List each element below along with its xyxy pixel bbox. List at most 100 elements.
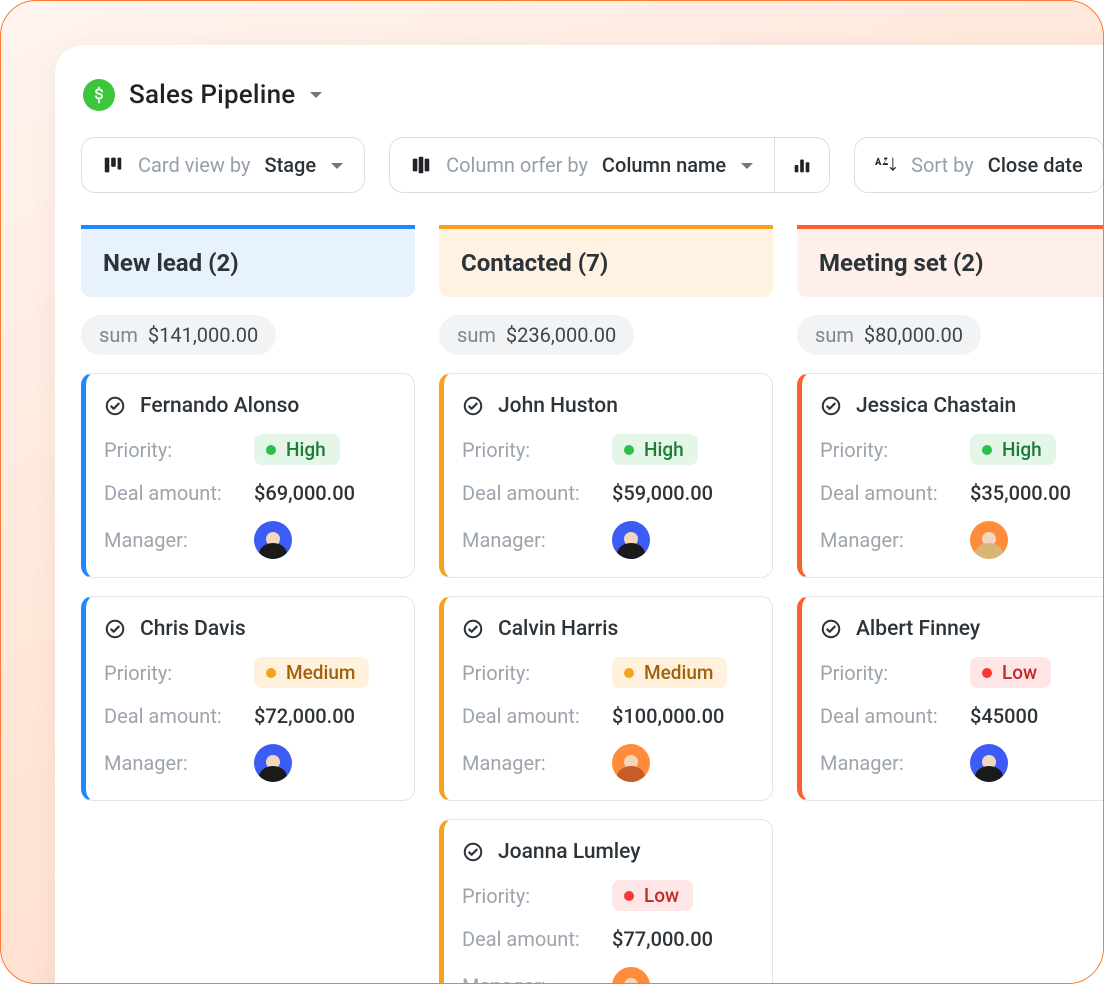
field-priority: Priority: Low: [820, 657, 1104, 688]
priority-dot-icon: [624, 891, 634, 901]
field-deal-amount: Deal amount:$77,000.00: [462, 927, 750, 951]
priority-value: Low: [1002, 661, 1037, 684]
priority-pill: Low: [970, 657, 1051, 688]
field-manager: Manager:: [462, 521, 750, 559]
column-header[interactable]: Contacted (7): [439, 225, 773, 297]
deal-card[interactable]: Chris DavisPriority:MediumDeal amount:$7…: [81, 596, 415, 801]
deal-amount-value: $77,000.00: [612, 927, 713, 951]
deal-card[interactable]: Joanna LumleyPriority:LowDeal amount:$77…: [439, 819, 773, 984]
field-deal-amount: Deal amount:$100,000.00: [462, 704, 750, 728]
sort-selector[interactable]: Sort by Close date: [854, 137, 1104, 193]
manager-label: Manager:: [462, 974, 612, 984]
deal-amount-label: Deal amount:: [462, 927, 612, 951]
deal-card[interactable]: Albert FinneyPriority:LowDeal amount:$45…: [797, 596, 1104, 801]
sum-label: sum: [99, 323, 138, 347]
check-circle-icon: [462, 841, 484, 863]
field-priority: Priority:Medium: [462, 657, 750, 688]
manager-avatar[interactable]: [970, 744, 1008, 782]
field-deal-amount: Deal amount:$72,000.00: [104, 704, 392, 728]
column-meeting: Meeting set (2) sum $80,000.00 Jessica Chas…: [797, 225, 1104, 984]
card-name: Fernando Alonso: [140, 394, 299, 418]
column-order-selector[interactable]: Column orfer by Column name: [389, 137, 774, 193]
column-header[interactable]: Meeting set (2): [797, 225, 1104, 297]
manager-avatar[interactable]: [254, 521, 292, 559]
deal-amount-value: $100,000.00: [612, 704, 724, 728]
deal-card[interactable]: Fernando Alonso Priority:High Deal amount:…: [81, 373, 415, 578]
board-icon: [102, 154, 124, 176]
field-manager: Manager:: [462, 744, 750, 782]
priority-pill: Medium: [612, 657, 727, 688]
chevron-down-icon: [330, 153, 344, 177]
manager-avatar[interactable]: [612, 521, 650, 559]
priority-value: High: [1002, 438, 1042, 461]
bar-chart-icon: [791, 154, 813, 176]
card-title: Jessica Chastain: [820, 394, 1104, 418]
priority-value: Low: [644, 884, 679, 907]
field-manager: Manager:: [104, 744, 392, 782]
column-stats-button[interactable]: [774, 137, 830, 193]
card-title: Fernando Alonso: [104, 394, 392, 418]
deal-amount-label: Deal amount:: [104, 704, 254, 728]
deal-card[interactable]: John Huston Priority:High Deal amount:$59,…: [439, 373, 773, 578]
field-deal-amount: Deal amount:$35,000.00: [820, 481, 1104, 505]
priority-pill: High: [254, 434, 340, 465]
field-priority: Priority:High: [462, 434, 750, 465]
deal-card[interactable]: Calvin Harris Priority:Medium Deal amount:…: [439, 596, 773, 801]
sum-label: sum: [457, 323, 496, 347]
dollar-icon: [83, 79, 115, 111]
title-dropdown-icon[interactable]: [309, 86, 323, 105]
column-new: New lead (2) sum $141,000.00 Fernando Alons…: [81, 225, 415, 984]
column-sum: sum $236,000.00: [439, 315, 634, 355]
kanban-board: New lead (2) sum $141,000.00 Fernando Alons…: [81, 225, 1104, 984]
manager-avatar[interactable]: [612, 967, 650, 984]
check-circle-icon: [104, 618, 126, 640]
manager-label: Manager:: [820, 528, 970, 552]
page-title: Sales Pipeline: [129, 80, 295, 110]
manager-avatar[interactable]: [612, 744, 650, 782]
deal-amount-value: $69,000.00: [254, 481, 355, 505]
priority-value: High: [286, 438, 326, 461]
column-header[interactable]: New lead (2): [81, 225, 415, 297]
deal-amount-label: Deal amount:: [462, 481, 612, 505]
check-circle-icon: [104, 395, 126, 417]
card-name: John Huston: [498, 394, 618, 418]
manager-label: Manager:: [462, 528, 612, 552]
sum-value: $236,000.00: [506, 323, 616, 347]
app-frame: Sales Pipeline Card view by Stage: [0, 0, 1104, 984]
priority-label: Priority:: [820, 661, 970, 685]
priority-label: Priority:: [462, 884, 612, 908]
check-circle-icon: [820, 618, 842, 640]
field-priority: Priority:High: [104, 434, 392, 465]
sort-value: Close date: [988, 153, 1083, 177]
priority-pill: High: [970, 434, 1056, 465]
column-order-group: Column orfer by Column name: [389, 137, 830, 193]
manager-label: Manager:: [820, 751, 970, 775]
chevron-down-icon: [740, 153, 754, 177]
deal-amount-label: Deal amount:: [462, 704, 612, 728]
title-bar[interactable]: Sales Pipeline: [81, 79, 1104, 111]
sum-value: $141,000.00: [148, 323, 258, 347]
card-title: Chris Davis: [104, 617, 392, 641]
card-name: Calvin Harris: [498, 617, 618, 641]
priority-dot-icon: [266, 668, 276, 678]
column-sum: sum $141,000.00: [81, 315, 276, 355]
deal-amount-value: $45000: [970, 704, 1038, 728]
deal-card[interactable]: Jessica Chastain Priority: High Deal amount…: [797, 373, 1104, 578]
sum-label: sum: [815, 323, 854, 347]
card-title: Albert Finney: [820, 617, 1104, 641]
check-circle-icon: [462, 395, 484, 417]
manager-label: Manager:: [462, 751, 612, 775]
deal-amount-label: Deal amount:: [104, 481, 254, 505]
check-circle-icon: [462, 618, 484, 640]
field-manager: Manager:: [104, 521, 392, 559]
priority-dot-icon: [982, 445, 992, 455]
manager-avatar[interactable]: [970, 521, 1008, 559]
deal-amount-value: $59,000.00: [612, 481, 713, 505]
priority-label: Priority:: [820, 438, 970, 462]
card-name: Albert Finney: [856, 617, 980, 641]
manager-avatar[interactable]: [254, 744, 292, 782]
card-view-selector[interactable]: Card view by Stage: [81, 137, 365, 193]
deal-amount-value: $72,000.00: [254, 704, 355, 728]
priority-pill: Low: [612, 880, 693, 911]
sum-value: $80,000.00: [864, 323, 963, 347]
